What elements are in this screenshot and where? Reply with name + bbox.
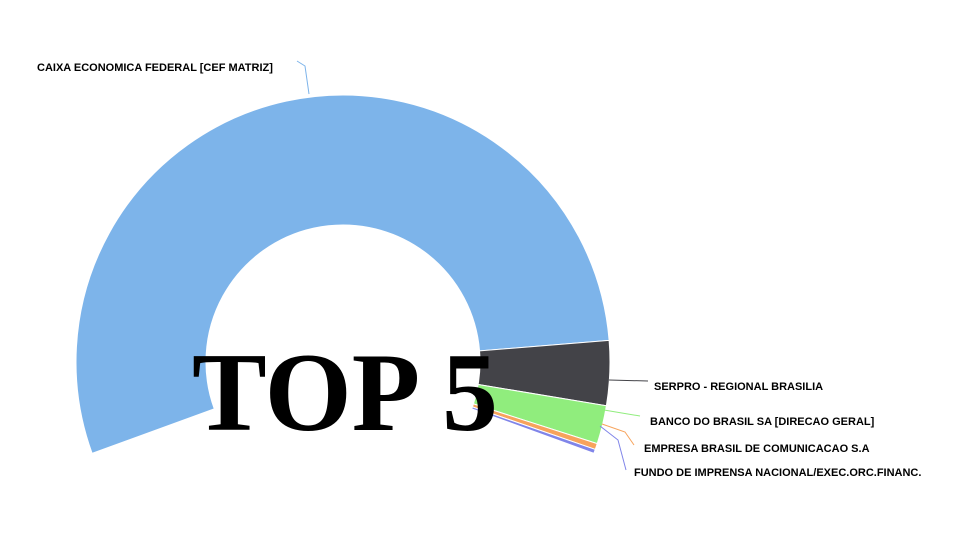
slice-label-5: FUNDO DE IMPRENSA NACIONAL/EXEC.ORC.FINA… [634, 467, 921, 479]
slice-label-1: CAIXA ECONOMICA FEDERAL [CEF MATRIZ] [37, 62, 273, 74]
semi-donut-chart: CAIXA ECONOMICA FEDERAL [CEF MATRIZ] SERP… [37, 60, 921, 479]
slice-label-2: SERPRO - REGIONAL BRASILIA [654, 381, 823, 393]
leader-line-2 [608, 379, 649, 382]
overlay-title: TOP 5 [192, 331, 498, 455]
leader-line-3 [603, 409, 641, 417]
slice-label-3: BANCO DO BRASIL SA [DIRECAO GERAL] [650, 416, 875, 428]
leader-line-5 [599, 425, 627, 471]
slice-label-4: EMPRESA BRASIL DE COMUNICACAO S.A [644, 443, 870, 455]
leader-line-1 [296, 60, 310, 95]
